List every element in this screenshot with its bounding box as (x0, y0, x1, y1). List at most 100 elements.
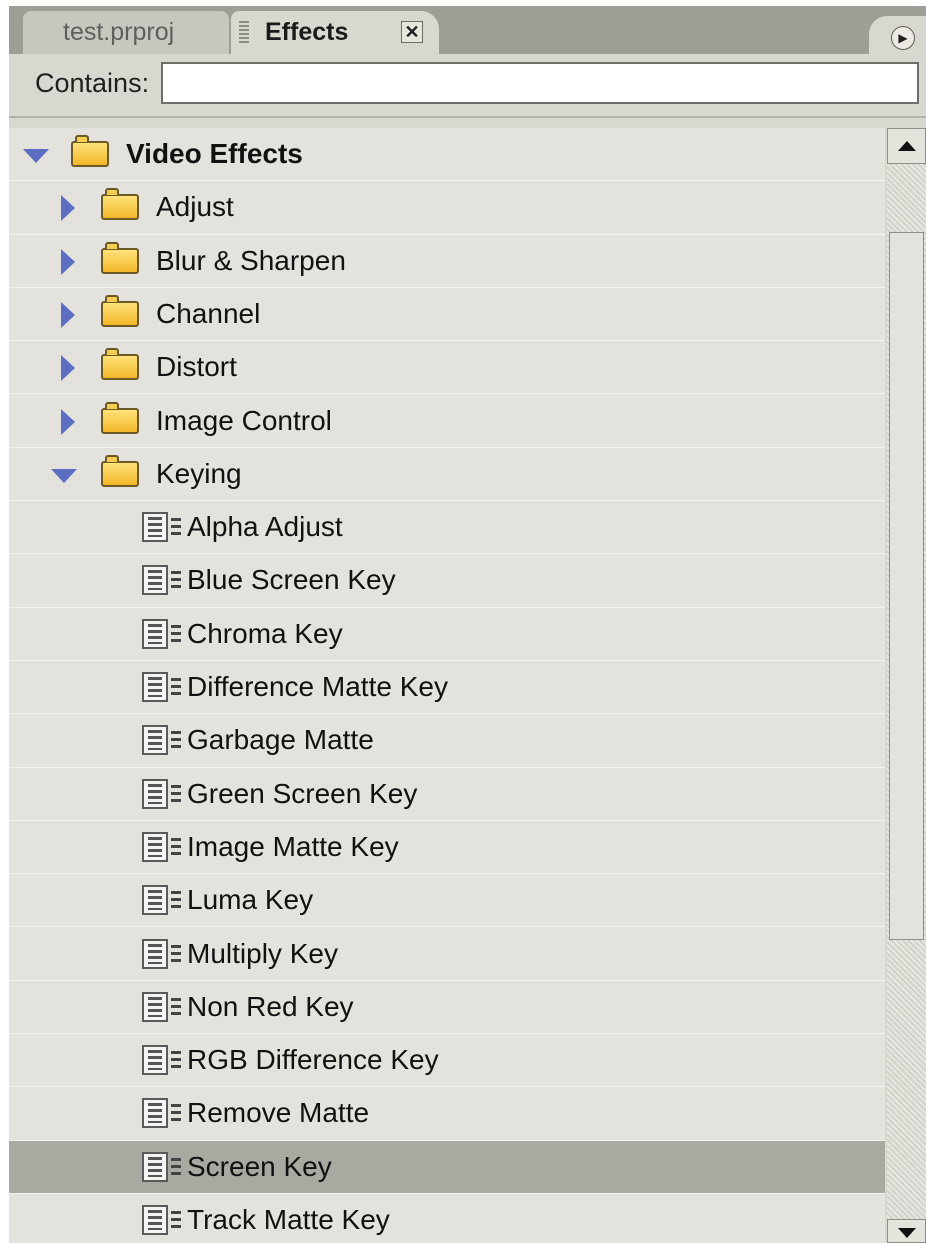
video-effect-icon (142, 565, 168, 596)
tree-effect-row[interactable]: Multiply Key (9, 927, 885, 981)
effect-lines-icon (171, 1211, 181, 1229)
effect-lines-icon (171, 891, 181, 910)
tab-grip-icon[interactable] (239, 21, 249, 43)
expand-right-icon[interactable] (61, 408, 75, 435)
arrow-down-icon (898, 1228, 916, 1238)
search-row: Contains: (9, 54, 926, 118)
tab-effects-label: Effects (265, 18, 349, 46)
scroll-down-button[interactable] (887, 1219, 926, 1243)
tree-effect-row[interactable]: Screen Key (9, 1140, 885, 1194)
folder-icon (101, 241, 139, 274)
tab-bar: test.prproj Effects ✕ ▶ (9, 6, 926, 54)
folder-icon (101, 401, 139, 434)
effect-lines-icon (171, 784, 181, 803)
folder-icon (101, 294, 139, 327)
tree-effect-row[interactable]: RGB Difference Key (9, 1034, 885, 1088)
tree-item-label: Luma Key (187, 884, 314, 916)
video-effect-icon (142, 618, 168, 649)
video-effect-icon (142, 1045, 168, 1076)
effects-tree: Video Effects Adjust Blur & Sharpen Channel… (9, 128, 885, 1243)
tree-effect-row[interactable]: Image Matte Key (9, 820, 885, 875)
scroll-up-button[interactable] (887, 128, 926, 164)
tree-folder-row[interactable]: Distort (9, 341, 885, 395)
expand-right-icon[interactable] (61, 248, 75, 275)
effect-lines-icon (171, 1104, 181, 1123)
arrow-up-icon (898, 141, 916, 151)
tree-item-label: Video Effects (126, 138, 303, 169)
video-effect-icon (142, 1205, 168, 1235)
tree-item-label: Track Matte Key (187, 1204, 390, 1235)
tab-project[interactable]: test.prproj (23, 11, 229, 54)
tree-effect-row[interactable]: Green Screen Key (9, 767, 885, 821)
tree-folder-row[interactable]: Channel (9, 287, 885, 342)
tree-item-label: Multiply Key (187, 937, 338, 969)
video-effect-icon (142, 831, 168, 862)
effect-lines-icon (171, 571, 181, 590)
effect-lines-icon (171, 624, 181, 643)
tree-item-label: Channel (156, 297, 261, 329)
tree-item-label: Garbage Matte (187, 724, 374, 756)
folder-icon (101, 348, 139, 381)
tree-effect-row[interactable]: Alpha Adjust (9, 501, 885, 555)
effect-lines-icon (171, 1157, 181, 1176)
effect-lines-icon (171, 944, 181, 963)
tree-item-label: Blue Screen Key (187, 564, 396, 596)
expand-down-icon[interactable] (23, 149, 49, 163)
tree-effect-row[interactable]: Remove Matte (9, 1087, 885, 1141)
tree-item-label: Image Control (156, 404, 332, 436)
tree-effect-row[interactable]: Non Red Key (9, 980, 885, 1035)
expand-right-icon[interactable] (61, 195, 75, 222)
tree-effect-row[interactable]: Chroma Key (9, 607, 885, 661)
tree-item-label: Non Red Key (187, 990, 354, 1022)
effect-lines-icon (171, 997, 181, 1016)
tree-folder-row[interactable]: Adjust (9, 181, 885, 235)
tab-effects[interactable]: Effects ✕ (231, 11, 439, 54)
video-effect-icon (142, 885, 168, 916)
folder-icon (101, 188, 139, 221)
vertical-scrollbar[interactable] (887, 128, 926, 1243)
tree-item-label: Remove Matte (187, 1097, 370, 1129)
tree-item-label: Screen Key (187, 1150, 332, 1182)
tree-item-label: Keying (156, 457, 242, 489)
video-effect-icon (142, 1098, 168, 1129)
video-effect-icon (142, 1151, 168, 1182)
effect-lines-icon (171, 518, 181, 537)
expand-right-icon[interactable] (61, 355, 75, 382)
search-input[interactable] (161, 62, 919, 104)
expand-down-icon[interactable] (51, 468, 77, 483)
scroll-thumb[interactable] (889, 232, 924, 940)
effect-lines-icon (171, 837, 181, 856)
folder-icon (101, 454, 139, 487)
tree-effect-row[interactable]: Luma Key (9, 874, 885, 928)
tree-effect-row[interactable]: Garbage Matte (9, 714, 885, 768)
video-effect-icon (142, 991, 168, 1022)
video-effect-icon (142, 512, 168, 543)
tree-folder-row[interactable]: Video Effects (9, 128, 885, 182)
search-label: Contains: (35, 68, 150, 98)
tree-folder-row[interactable]: Image Control (9, 394, 885, 448)
tree-folder-row[interactable]: Keying (9, 447, 885, 502)
effect-lines-icon (171, 1051, 181, 1070)
expand-right-icon[interactable] (61, 301, 75, 328)
effect-lines-icon (171, 731, 181, 750)
video-effect-icon (142, 725, 168, 756)
tree-item-label: Difference Matte Key (187, 671, 448, 702)
tree-item-label: RGB Difference Key (187, 1044, 439, 1076)
panel-menu-button[interactable]: ▶ (891, 26, 915, 50)
effect-lines-icon (171, 678, 181, 696)
tree-folder-row[interactable]: Blur & Sharpen (9, 234, 885, 288)
tree-item-label: Distort (156, 351, 237, 383)
tree-item-label: Adjust (156, 191, 234, 223)
tree-item-label: Alpha Adjust (187, 511, 343, 543)
tree-effect-row[interactable]: Difference Matte Key (9, 661, 885, 715)
video-effect-icon (142, 778, 168, 809)
tree-item-label: Green Screen Key (187, 777, 418, 809)
close-tab-icon[interactable]: ✕ (401, 21, 423, 43)
tree-effect-row[interactable]: Track Matte Key (9, 1194, 885, 1243)
video-effect-icon (142, 938, 168, 969)
tab-project-label: test.prproj (63, 18, 175, 46)
tree-item-label: Chroma Key (187, 617, 343, 649)
tree-item-label: Blur & Sharpen (156, 244, 346, 276)
tree-effect-row[interactable]: Blue Screen Key (9, 554, 885, 608)
folder-icon (71, 135, 109, 167)
